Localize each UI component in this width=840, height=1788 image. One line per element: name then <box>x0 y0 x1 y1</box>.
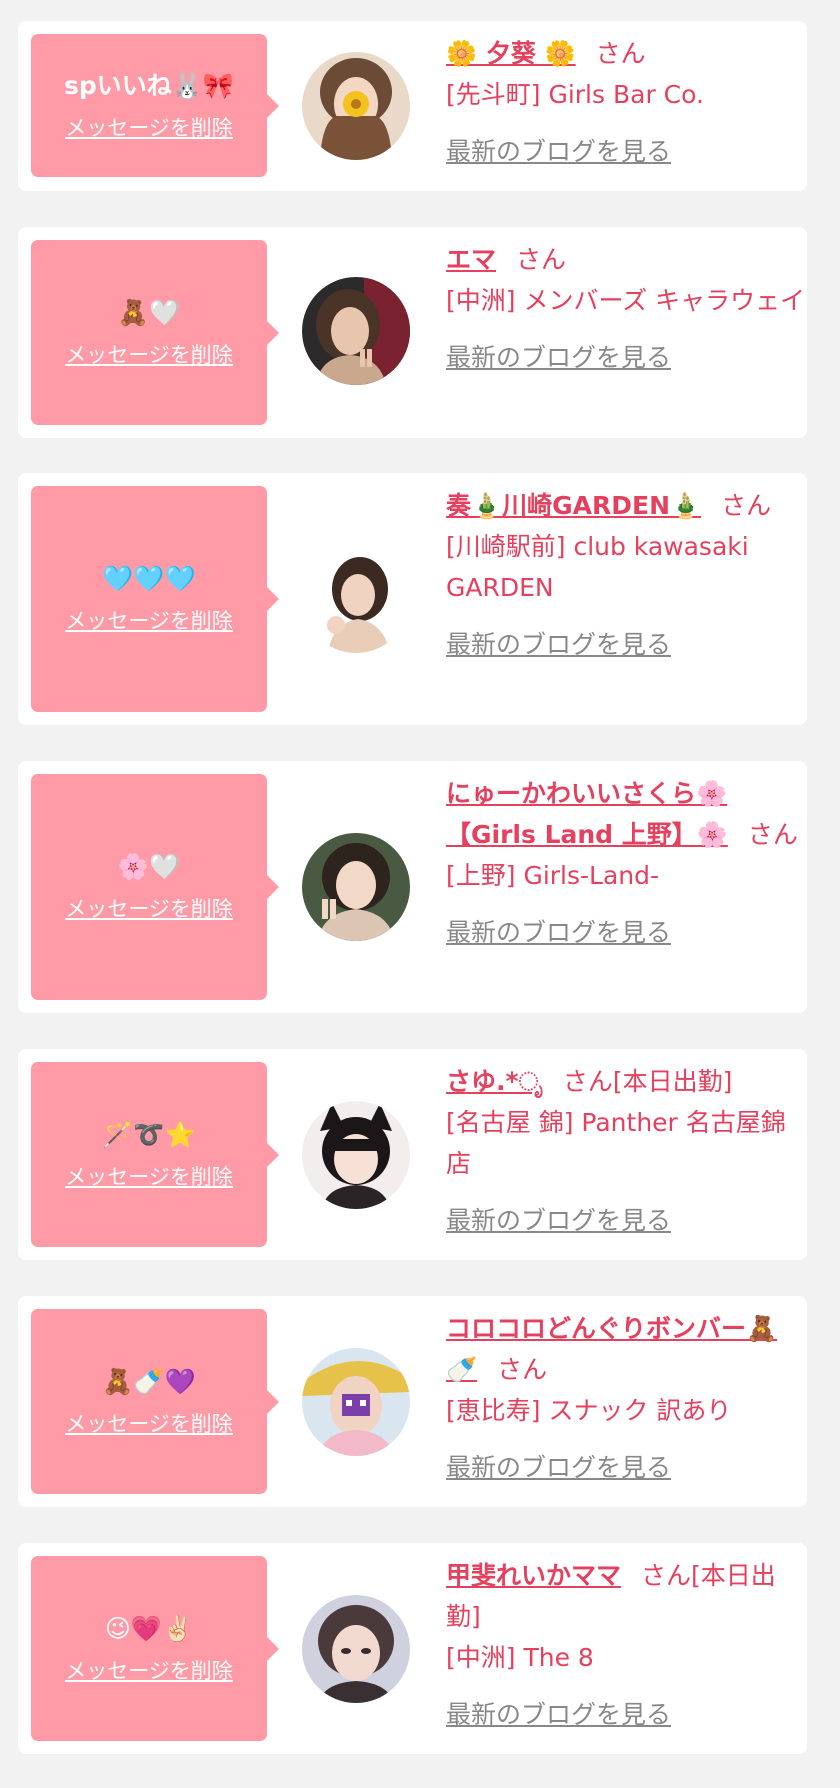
delete-message-link[interactable]: メッセージを削除 <box>65 1655 233 1685</box>
sender-info: さゆ.*ೃ さん[本日出勤] [名古屋 錦] Panther 名古屋錦店 最新のブ… <box>446 1061 806 1241</box>
message-bubble: 🩵🩵🩵 メッセージを削除 <box>31 486 279 712</box>
shop-name: [名古屋 錦] Panther 名古屋錦店 <box>446 1108 786 1178</box>
avatar[interactable] <box>302 1595 410 1703</box>
message-bubble: 🪄➰⭐ メッセージを削除 <box>31 1062 279 1247</box>
honorific: さん <box>641 1561 692 1590</box>
avatar-image <box>302 1595 410 1703</box>
shop-name: [中洲] The 8 <box>446 1643 594 1672</box>
latest-blog-link[interactable]: 最新のブログを見る <box>446 624 671 665</box>
shop-name: [恵比寿] スナック 訳あり <box>446 1396 732 1425</box>
avatar-image <box>302 1101 410 1209</box>
sender-name-line: さゆ.*ೃ さん[本日出勤] <box>446 1061 806 1102</box>
sender-name-line: 奏🎍川崎GARDEN🎍 さん <box>446 485 806 526</box>
shop-name: [中洲] メンバーズ キャラウェイ <box>446 286 806 315</box>
latest-blog-link[interactable]: 最新のブログを見る <box>446 337 671 378</box>
delete-message-link[interactable]: メッセージを削除 <box>65 893 233 923</box>
shop-name: [先斗町] Girls Bar Co. <box>446 80 704 109</box>
message-card: 🧸🤍 メッセージを削除 エマ さん [中洲] メンバーズ キャラウェイ 最新のブロ… <box>18 227 807 438</box>
avatar[interactable] <box>302 545 410 653</box>
sender-name-link[interactable]: にゅーかわいいさくら🌸【Girls Land 上野】🌸 <box>446 779 728 849</box>
honorific: さん <box>516 245 567 274</box>
honorific: さん <box>747 820 798 849</box>
message-text: 🧸🤍 <box>117 297 181 327</box>
avatar[interactable] <box>302 1101 410 1209</box>
message-text: 🪄➰⭐ <box>102 1119 196 1149</box>
sender-info: にゅーかわいいさくら🌸【Girls Land 上野】🌸 さん [上野] Girls… <box>446 773 806 953</box>
message-bubble: spいいね🐰🎀 メッセージを削除 <box>31 34 279 177</box>
message-text: 😉💗✌🏻 <box>104 1613 194 1643</box>
message-bubble: 🧸🍼💜 メッセージを削除 <box>31 1309 279 1494</box>
latest-blog-link[interactable]: 最新のブログを見る <box>446 1447 671 1488</box>
message-text: 🌸🤍 <box>117 852 181 881</box>
message-card: 🧸🍼💜 メッセージを削除 コロコロどんぐりボンバー🧸🍼 さん [恵比寿] スナック… <box>18 1296 807 1507</box>
avatar[interactable] <box>302 833 410 941</box>
sender-info: コロコロどんぐりボンバー🧸🍼 さん [恵比寿] スナック 訳あり 最新のブログを見… <box>446 1308 806 1488</box>
message-text: 🩵🩵🩵 <box>102 564 196 593</box>
sender-name-link[interactable]: エマ <box>446 245 496 274</box>
avatar[interactable] <box>302 277 410 385</box>
honorific: さん <box>721 491 772 520</box>
message-card: 🌸🤍 メッセージを削除 にゅーかわいいさくら🌸【Girls Land 上野】🌸 さ… <box>18 761 807 1013</box>
message-bubble: 🧸🤍 メッセージを削除 <box>31 240 279 425</box>
sender-info: 甲斐れいかママ さん[本日出勤] [中洲] The 8 最新のブログを見る <box>446 1555 806 1735</box>
sender-name-line: エマ さん <box>446 239 806 280</box>
shop-name: [上野] Girls-Land- <box>446 861 660 890</box>
sender-info: エマ さん [中洲] メンバーズ キャラウェイ 最新のブログを見る <box>446 239 806 378</box>
sender-name-line: コロコロどんぐりボンバー🧸🍼 さん <box>446 1308 806 1390</box>
honorific: さん <box>562 1067 613 1096</box>
delete-message-link[interactable]: メッセージを削除 <box>65 112 233 142</box>
avatar-image <box>302 52 410 160</box>
message-text: 🧸🍼💜 <box>102 1366 196 1396</box>
message-card: 😉💗✌🏻 メッセージを削除 甲斐れいかママ さん[本日出勤] [中洲] The 8… <box>18 1543 807 1754</box>
sender-name-line: 🌼 夕葵 🌼 さん <box>446 33 806 74</box>
avatar[interactable] <box>302 1348 410 1456</box>
delete-message-link[interactable]: メッセージを削除 <box>65 1161 233 1191</box>
message-text: spいいね🐰🎀 <box>63 70 235 100</box>
sender-name-link[interactable]: 奏🎍川崎GARDEN🎍 <box>446 491 701 520</box>
sender-name-line: 甲斐れいかママ さん[本日出勤] <box>446 1555 806 1637</box>
honorific: さん <box>497 1355 548 1384</box>
avatar-image <box>302 545 410 653</box>
sender-name-link[interactable]: 甲斐れいかママ <box>446 1561 621 1590</box>
message-card: spいいね🐰🎀 メッセージを削除 🌼 夕葵 🌼 さん [先斗町] Girls Ba… <box>18 21 807 191</box>
latest-blog-link[interactable]: 最新のブログを見る <box>446 912 671 953</box>
avatar-image <box>302 277 410 385</box>
delete-message-link[interactable]: メッセージを削除 <box>65 1408 233 1438</box>
shop-name: [川崎駅前] club kawasaki GARDEN <box>446 532 749 602</box>
avatar[interactable] <box>302 52 410 160</box>
delete-message-link[interactable]: メッセージを削除 <box>65 605 233 635</box>
avatar-image <box>302 833 410 941</box>
latest-blog-link[interactable]: 最新のブログを見る <box>446 1694 671 1735</box>
avatar-image <box>302 1348 410 1456</box>
sender-name-link[interactable]: コロコロどんぐりボンバー🧸🍼 <box>446 1314 777 1384</box>
latest-blog-link[interactable]: 最新のブログを見る <box>446 131 671 172</box>
sender-info: 🌼 夕葵 🌼 さん [先斗町] Girls Bar Co. 最新のブログを見る <box>446 33 806 172</box>
latest-blog-link[interactable]: 最新のブログを見る <box>446 1200 671 1241</box>
message-card: 🩵🩵🩵 メッセージを削除 奏🎍川崎GARDEN🎍 さん [川崎駅前] club k… <box>18 473 807 725</box>
message-card: 🪄➰⭐ メッセージを削除 さゆ.*ೃ さん[本日出勤] [名古屋 錦] Panth… <box>18 1049 807 1260</box>
delete-message-link[interactable]: メッセージを削除 <box>65 339 233 369</box>
honorific: さん <box>595 39 646 68</box>
message-bubble: 😉💗✌🏻 メッセージを削除 <box>31 1556 279 1741</box>
sender-info: 奏🎍川崎GARDEN🎍 さん [川崎駅前] club kawasaki GARDE… <box>446 485 806 665</box>
message-bubble: 🌸🤍 メッセージを削除 <box>31 774 279 1000</box>
status-suffix: [本日出勤] <box>612 1067 733 1096</box>
sender-name-link[interactable]: 🌼 夕葵 🌼 <box>446 39 576 68</box>
sender-name-link[interactable]: さゆ.*ೃ <box>446 1067 543 1096</box>
sender-name-line: にゅーかわいいさくら🌸【Girls Land 上野】🌸 さん <box>446 773 806 855</box>
